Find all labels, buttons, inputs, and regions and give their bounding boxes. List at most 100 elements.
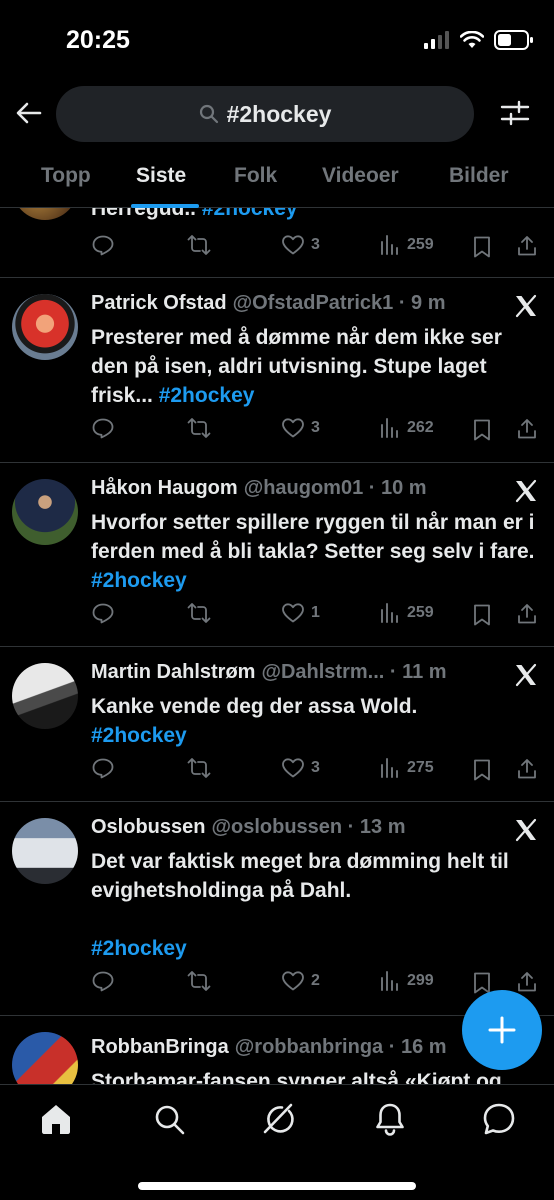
reply-button[interactable] (91, 969, 115, 993)
heart-icon (282, 758, 304, 778)
view-count: 299 (407, 972, 434, 989)
heart-icon (282, 603, 304, 623)
avatar[interactable] (12, 1032, 78, 1084)
avatar[interactable] (12, 208, 78, 220)
repost-icon (187, 235, 211, 255)
author-name[interactable]: Martin Dahlstrøm (91, 661, 255, 684)
like-button[interactable]: 3 (281, 756, 320, 780)
repost-button[interactable] (187, 969, 211, 993)
like-button[interactable]: 2 (281, 969, 320, 993)
search-icon[interactable] (151, 1101, 187, 1137)
reply-button[interactable] (91, 416, 115, 440)
reply-button[interactable] (91, 756, 115, 780)
share-icon[interactable] (515, 417, 539, 441)
tweet[interactable]: Patrick Ofstad @OfstadPatrick1 · 9 m Pre… (0, 278, 554, 463)
filter-settings-icon[interactable] (500, 98, 530, 128)
search-icon (199, 104, 218, 124)
views-icon (381, 235, 398, 255)
tab-siste[interactable]: Siste (136, 164, 186, 188)
reply-button[interactable] (91, 233, 115, 257)
tweet-feed[interactable]: Herregud.. #2hockey 3 259 Patrick Ofstad (0, 208, 554, 1084)
hashtag-link[interactable]: #2hockey (202, 208, 298, 220)
tab-topp[interactable]: Topp (41, 164, 91, 188)
hashtag-link[interactable]: #2hockey (91, 569, 187, 592)
like-button[interactable]: 1 (281, 601, 320, 625)
repost-button[interactable] (187, 233, 211, 257)
tweet[interactable]: Oslobussen @oslobussen · 13 m Det var fa… (0, 802, 554, 1016)
views-button[interactable]: 262 (379, 416, 434, 440)
like-button[interactable]: 3 (281, 233, 320, 257)
share-icon[interactable] (515, 757, 539, 781)
like-button[interactable]: 3 (281, 416, 320, 440)
author-name[interactable]: Håkon Haugom (91, 477, 238, 500)
tweet[interactable]: Herregud.. #2hockey 3 259 (0, 208, 554, 278)
like-count: 3 (311, 759, 320, 776)
heart-icon (282, 418, 304, 438)
grok-icon[interactable] (260, 1101, 296, 1137)
reply-button[interactable] (91, 601, 115, 625)
tab-videoer[interactable]: Videoer (322, 164, 399, 188)
tweet[interactable]: Martin Dahlstrøm @Dahlstrm... · 11 m Kan… (0, 647, 554, 802)
tweet-text: Herregud.. #2hockey (91, 208, 536, 223)
tab-folk[interactable]: Folk (234, 164, 277, 188)
tab-bilder[interactable]: Bilder (449, 164, 509, 188)
back-arrow-icon[interactable] (14, 98, 44, 128)
hashtag-link[interactable]: #2hockey (159, 384, 255, 407)
repost-icon (187, 758, 211, 778)
views-icon (381, 418, 398, 438)
tweet-header: Oslobussen @oslobussen · 13 m (91, 816, 540, 844)
home-icon[interactable] (38, 1101, 74, 1137)
tweet-text: Storhamar-fansen synger altså «Kjøpt og (91, 1070, 502, 1084)
views-button[interactable]: 299 (379, 969, 434, 993)
tweet-text: Det var faktisk meget bra dømming helt t… (91, 850, 509, 960)
author-handle-time[interactable]: @OfstadPatrick1 · 9 m (233, 292, 446, 315)
status-icons (424, 30, 534, 50)
bookmark-icon[interactable] (471, 418, 493, 442)
repost-icon (187, 418, 211, 438)
bookmark-icon[interactable] (471, 758, 493, 782)
repost-button[interactable] (187, 601, 211, 625)
like-count: 2 (311, 972, 320, 989)
author-name[interactable]: RobbanBringa (91, 1036, 229, 1059)
tweet-header: Martin Dahlstrøm @Dahlstrm... · 11 m (91, 661, 540, 689)
x-logo-icon (515, 663, 537, 687)
views-button[interactable]: 259 (379, 601, 434, 625)
like-count: 3 (311, 236, 320, 253)
notifications-icon[interactable] (372, 1101, 408, 1137)
hashtag-link[interactable]: #2hockey (91, 937, 187, 960)
author-handle-time[interactable]: @robbanbringa · 16 m (235, 1036, 447, 1059)
bookmark-icon[interactable] (471, 235, 493, 259)
tweet-text: Kanke vende deg der assa Wold. #2hockey (91, 695, 418, 747)
hashtag-link[interactable]: #2hockey (91, 724, 187, 747)
search-input[interactable]: #2hockey (56, 86, 474, 142)
x-logo-icon (515, 818, 537, 842)
compose-button[interactable] (462, 990, 542, 1070)
tweet-header: Håkon Haugom @haugom01 · 10 m (91, 477, 540, 505)
repost-button[interactable] (187, 756, 211, 780)
reply-icon (92, 418, 114, 439)
search-tabs: Topp Siste Folk Videoer Bilder (0, 152, 554, 208)
views-icon (381, 603, 398, 623)
bookmark-icon[interactable] (471, 603, 493, 627)
avatar[interactable] (12, 818, 78, 884)
battery-icon (494, 30, 533, 50)
author-name[interactable]: Oslobussen (91, 816, 205, 839)
views-button[interactable]: 275 (379, 756, 434, 780)
share-icon[interactable] (515, 602, 539, 626)
author-handle-time[interactable]: @oslobussen · 13 m (211, 816, 405, 839)
repost-button[interactable] (187, 416, 211, 440)
views-button[interactable]: 259 (379, 233, 434, 257)
author-handle-time[interactable]: @Dahlstrm... · 11 m (261, 661, 446, 684)
search-query: #2hockey (226, 100, 332, 127)
messages-icon[interactable] (481, 1101, 517, 1137)
tweet[interactable]: Håkon Haugom @haugom01 · 10 m Hvorfor se… (0, 463, 554, 647)
avatar[interactable] (12, 294, 78, 360)
author-name[interactable]: Patrick Ofstad (91, 292, 227, 315)
avatar[interactable] (12, 663, 78, 729)
share-icon[interactable] (515, 970, 539, 994)
author-handle-time[interactable]: @haugom01 · 10 m (244, 477, 427, 500)
avatar[interactable] (12, 479, 78, 545)
reply-icon (92, 235, 114, 256)
share-icon[interactable] (515, 234, 539, 258)
plus-icon (488, 1016, 516, 1044)
